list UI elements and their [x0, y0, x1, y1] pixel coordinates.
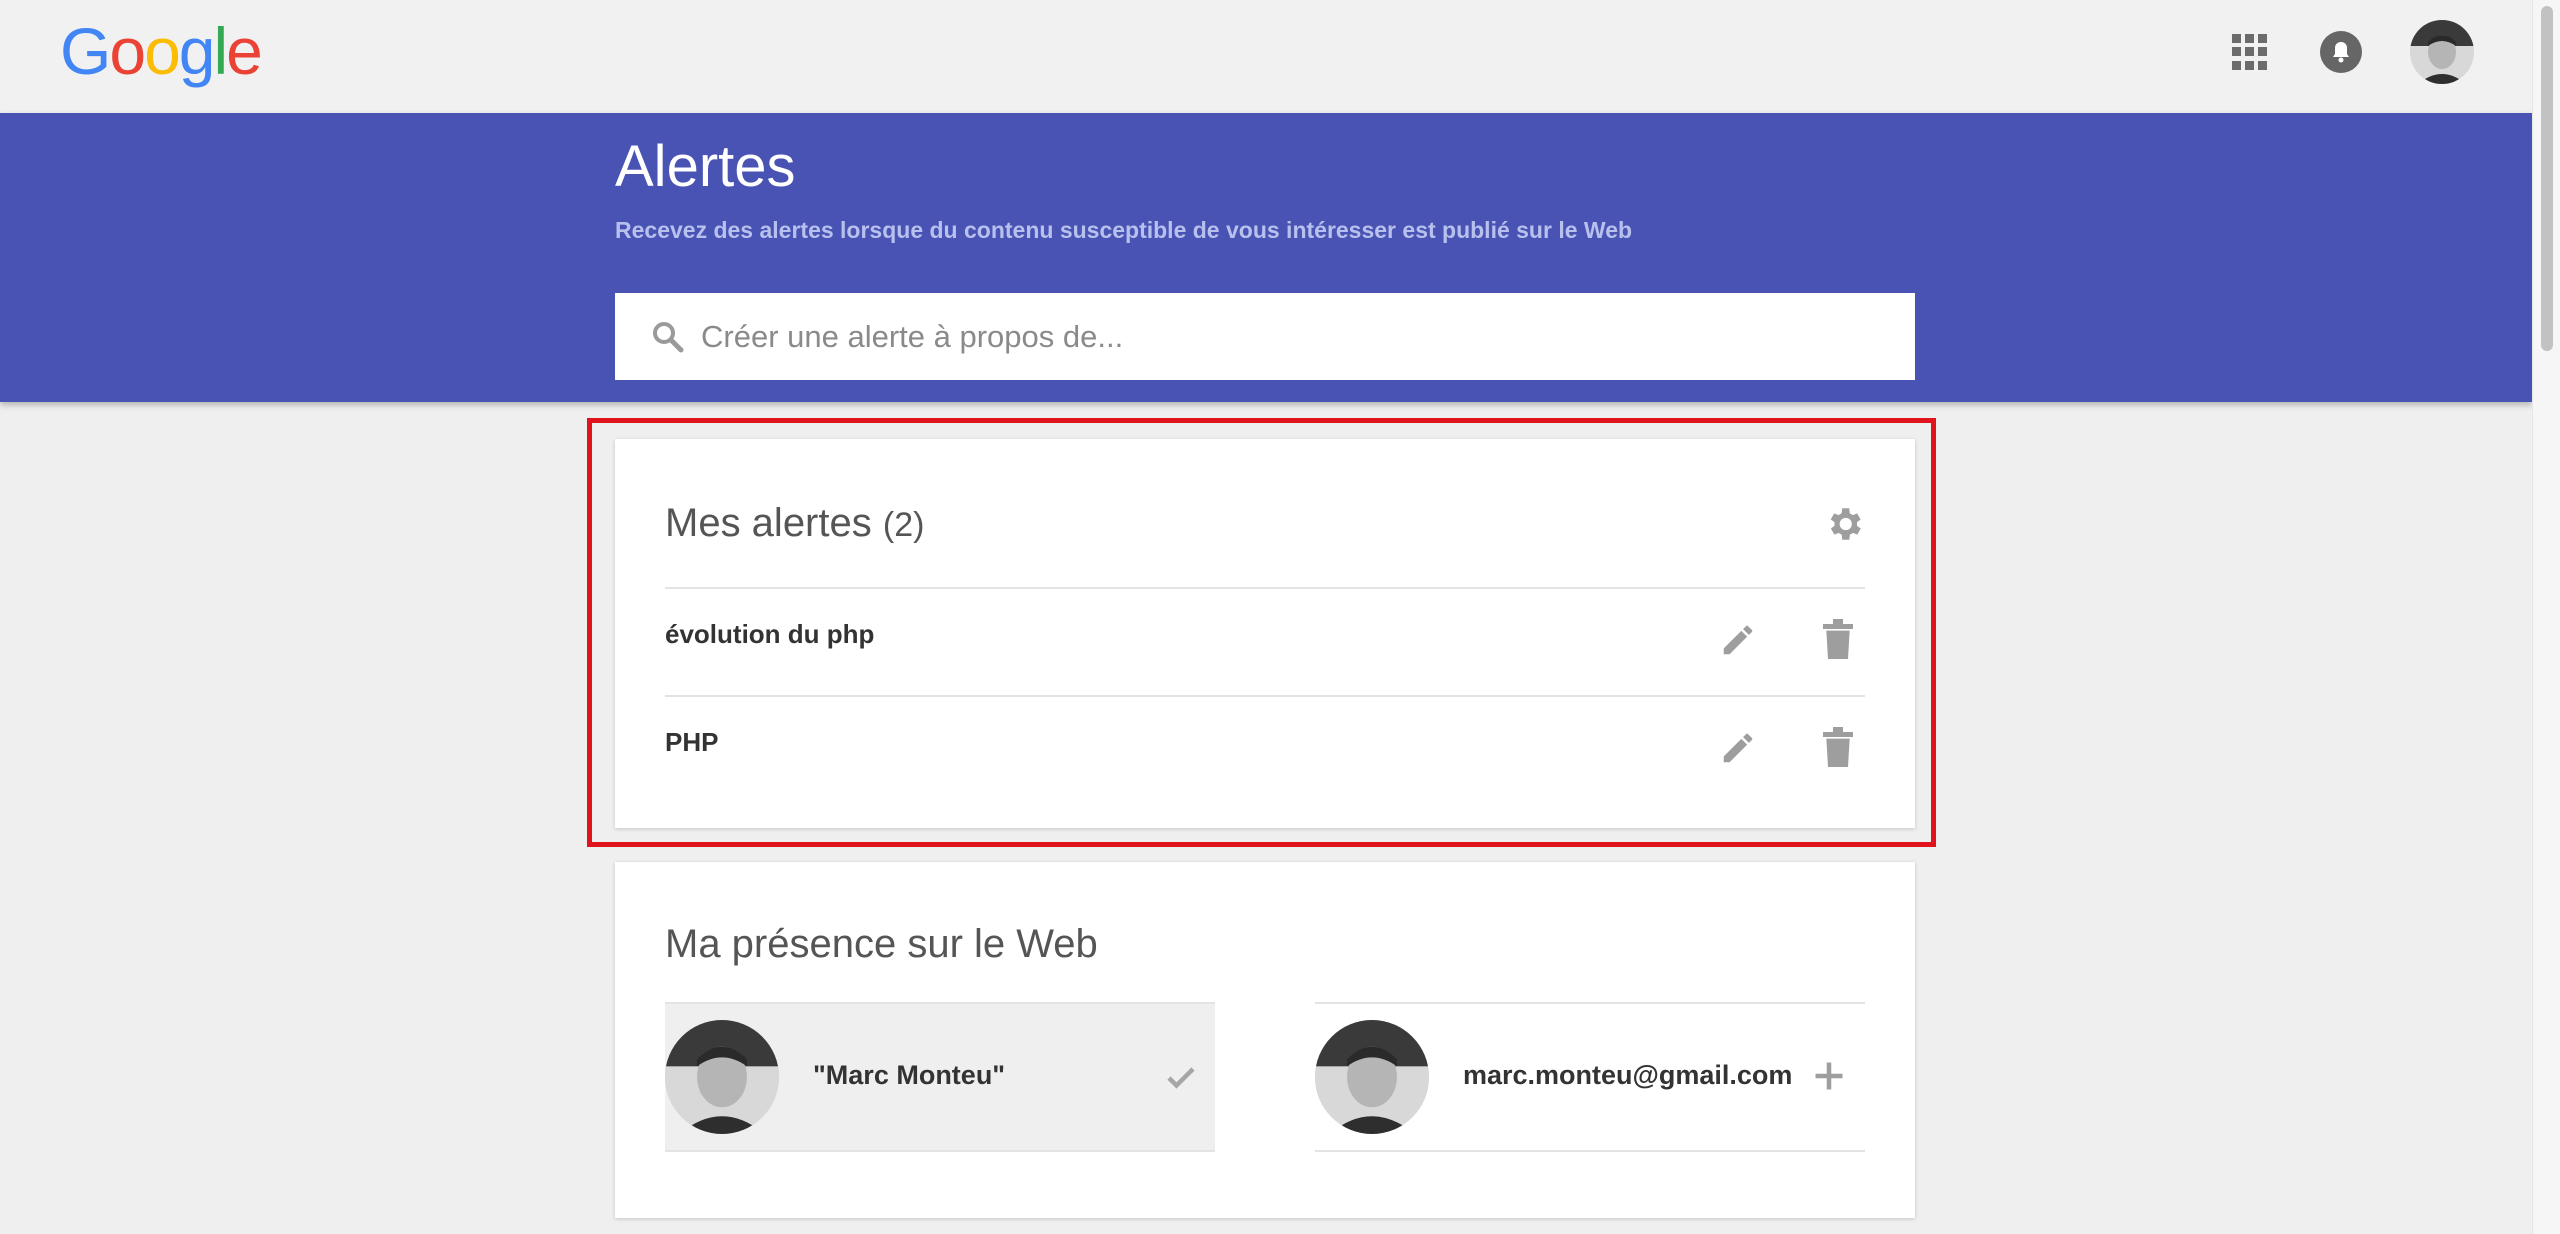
top-icons [2232, 20, 2474, 84]
alerts-banner: Alertes Recevez des alertes lorsque du c… [0, 113, 2532, 402]
logo-letter: o [109, 14, 146, 88]
presence-label: marc.monteu@gmail.com [1463, 1060, 1793, 1090]
presence-label: "Marc Monteu" [813, 1060, 1006, 1090]
alert-row[interactable]: PHP [665, 695, 1865, 803]
my-alerts-title-text: Mes alertes [665, 501, 872, 545]
alert-label[interactable]: PHP [665, 727, 718, 758]
delete-trash-icon[interactable] [1823, 619, 1853, 659]
alerts-count: (2) [882, 506, 925, 544]
avatar [665, 1020, 779, 1134]
check-icon[interactable] [1163, 1060, 1199, 1096]
edit-pencil-icon[interactable] [1719, 621, 1757, 659]
presence-item-email[interactable]: marc.monteu@gmail.com [1315, 1002, 1865, 1152]
search-icon [653, 321, 684, 352]
presence-item-name[interactable]: "Marc Monteu" [665, 1002, 1215, 1152]
notifications-bell-icon[interactable] [2320, 31, 2362, 73]
page-scrollbar[interactable] [2532, 0, 2560, 1234]
edit-pencil-icon[interactable] [1719, 729, 1757, 767]
page-subtitle: Recevez des alertes lorsque du contenu s… [615, 217, 1633, 243]
logo-letter: o [144, 14, 181, 88]
create-alert-search[interactable] [615, 293, 1915, 380]
logo-letter: G [60, 14, 111, 88]
top-bar: Google [0, 0, 2532, 113]
logo-letter: e [226, 14, 263, 88]
logo-letter: g [178, 14, 216, 88]
avatar [1315, 1020, 1429, 1134]
scrollbar-thumb[interactable] [2541, 6, 2553, 351]
alert-label[interactable]: évolution du php [665, 619, 874, 650]
alert-row[interactable]: évolution du php [665, 587, 1865, 695]
google-logo[interactable]: Google [60, 14, 263, 88]
gear-icon[interactable] [1823, 503, 1865, 545]
delete-trash-icon[interactable] [1823, 727, 1853, 767]
web-presence-title: Ma présence sur le Web [665, 922, 1098, 966]
my-alerts-title: Mes alertes (2) [665, 501, 924, 546]
logo-letter: l [213, 14, 229, 88]
page-title: Alertes [615, 134, 796, 199]
plus-icon[interactable] [1811, 1058, 1847, 1094]
web-presence-card: Ma présence sur le Web "Marc Monteu" mar… [615, 862, 1915, 1218]
create-alert-input[interactable] [701, 318, 1801, 355]
my-alerts-card: Mes alertes (2) évolution du php PHP [615, 439, 1915, 828]
apps-grid-icon[interactable] [2232, 34, 2268, 70]
account-avatar[interactable] [2410, 20, 2474, 84]
